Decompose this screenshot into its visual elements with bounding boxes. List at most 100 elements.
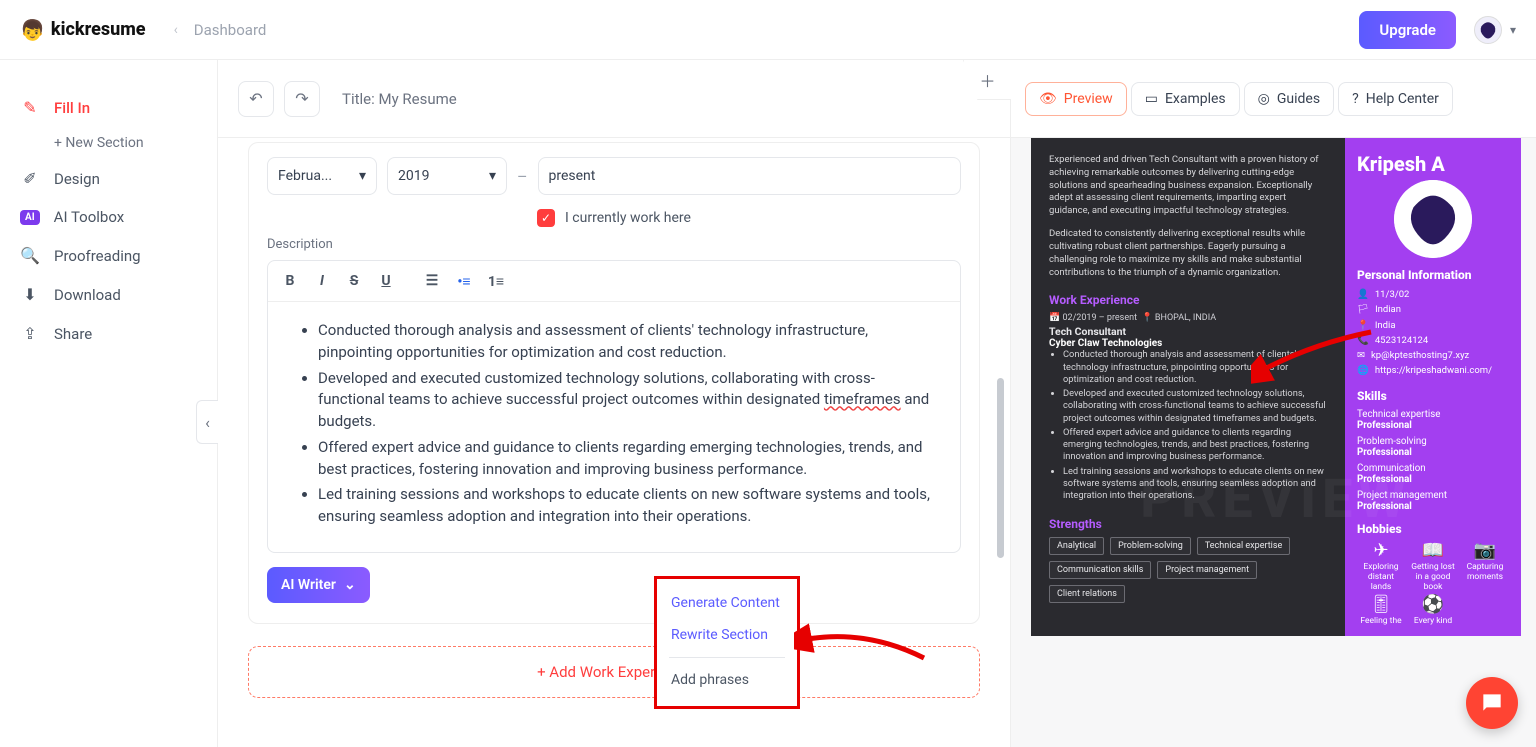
menu-generate-content[interactable]: Generate Content bbox=[657, 587, 797, 619]
doc-title[interactable]: Title: My Resume bbox=[342, 90, 457, 108]
brand-icon: 👦 bbox=[20, 18, 45, 42]
description-bullet: Led training sessions and workshops to e… bbox=[318, 484, 932, 528]
nav-fill-in[interactable]: ✎ Fill In bbox=[4, 88, 213, 127]
nav-proofreading[interactable]: 🔍 Proofreading bbox=[4, 236, 213, 275]
resume-hobbies: ✈Exploring distant lands📖Getting lost in… bbox=[1357, 542, 1509, 626]
chevron-down-icon: ▾ bbox=[359, 168, 366, 184]
menu-rewrite-section[interactable]: Rewrite Section bbox=[657, 619, 797, 651]
bulleted-list-button[interactable]: •≡ bbox=[450, 267, 478, 295]
numbered-list-button[interactable]: 1≡ bbox=[482, 267, 510, 295]
chevron-down-icon: ⌄ bbox=[344, 577, 356, 593]
ai-writer-button[interactable]: AI Writer⌄ bbox=[267, 567, 370, 603]
nav-label: AI Toolbox bbox=[54, 208, 125, 226]
nav-download[interactable]: ⬇ Download bbox=[4, 275, 213, 314]
redo-button[interactable]: ↷ bbox=[284, 81, 320, 117]
checkbox-checked-icon[interactable]: ✓ bbox=[537, 209, 555, 227]
description-label: Description bbox=[267, 237, 961, 252]
nav-new-section[interactable]: + New Section bbox=[4, 127, 213, 159]
help-icon: ? bbox=[1352, 91, 1359, 107]
resume-hobby: 📷Capturing moments bbox=[1461, 542, 1509, 592]
bold-button[interactable]: B bbox=[276, 267, 304, 295]
chevron-left-icon[interactable]: ‹ bbox=[174, 22, 178, 38]
nav-design[interactable]: ✐ Design bbox=[4, 159, 213, 198]
tab-examples[interactable]: ▭Examples bbox=[1131, 82, 1240, 116]
resume-company: Cyber Claw Technologies bbox=[1049, 338, 1327, 349]
resume-skill: CommunicationProfessional bbox=[1357, 463, 1509, 485]
preview-header: 👁Preview ▭Examples ◎Guides ?Help Center bbox=[1011, 60, 1536, 138]
year-select[interactable]: 2019▾ bbox=[387, 157, 507, 195]
resume-work-heading: Work Experience bbox=[1049, 293, 1327, 307]
description-bullet: Conducted thorough analysis and assessme… bbox=[318, 320, 932, 364]
resume-strengths: AnalyticalProblem-solvingTechnical exper… bbox=[1049, 537, 1327, 603]
nav-label: Proofreading bbox=[54, 247, 141, 265]
rte-body[interactable]: Conducted thorough analysis and assessme… bbox=[268, 302, 960, 552]
resume-photo bbox=[1394, 180, 1472, 258]
strength-tag: Client relations bbox=[1049, 585, 1125, 603]
resume-bullets: Conducted thorough analysis and assessme… bbox=[1049, 349, 1327, 502]
resume-hobbies-heading: Hobbies bbox=[1357, 522, 1509, 536]
chevron-down-icon: ▾ bbox=[1510, 23, 1516, 37]
description-bullet: Developed and executed customized techno… bbox=[318, 368, 932, 433]
tab-guides[interactable]: ◎Guides bbox=[1244, 82, 1334, 116]
resume-hobby: 📖Getting lost in a good book bbox=[1409, 542, 1457, 592]
resume-role: Tech Consultant bbox=[1049, 325, 1327, 338]
chat-support-button[interactable] bbox=[1466, 677, 1518, 729]
resume-strengths-heading: Strengths bbox=[1049, 517, 1327, 531]
menu-add-phrases[interactable]: Add phrases bbox=[657, 664, 797, 696]
editor-scroll[interactable]: Februa...▾ 2019▾ – present ✓ I currently… bbox=[218, 138, 1010, 747]
resume-bullet: Conducted thorough analysis and assessme… bbox=[1063, 349, 1327, 386]
preview-area[interactable]: PREVIEW Experienced and driven Tech Cons… bbox=[1011, 138, 1536, 747]
resume-personal-info: 👤11/3/02 🏳Indian 📍India 📞4523124124 ✉kp@… bbox=[1357, 288, 1509, 379]
editor-column: ＋ ↶ ↷ Title: My Resume Februa...▾ 2019▾ … bbox=[218, 60, 1011, 747]
italic-button[interactable]: I bbox=[308, 267, 336, 295]
nav-label: Share bbox=[54, 325, 92, 343]
editor-header: ↶ ↷ Title: My Resume bbox=[218, 60, 1010, 138]
tab-preview[interactable]: 👁Preview bbox=[1025, 82, 1127, 116]
rte-toolbar: B I S U ☰ •≡ 1≡ bbox=[268, 261, 960, 302]
brand[interactable]: 👦 kickresume bbox=[20, 18, 146, 42]
month-select[interactable]: Februa...▾ bbox=[267, 157, 377, 195]
align-button[interactable]: ☰ bbox=[418, 267, 446, 295]
strength-tag: Analytical bbox=[1049, 537, 1104, 555]
upgrade-button[interactable]: Upgrade bbox=[1359, 11, 1456, 49]
breadcrumb: ‹ Dashboard bbox=[174, 21, 267, 39]
resume-skills: Technical expertiseProfessionalProblem-s… bbox=[1357, 409, 1509, 512]
strike-button[interactable]: S bbox=[340, 267, 368, 295]
nav-share[interactable]: ⇪ Share bbox=[4, 314, 213, 353]
ai-badge-icon: AI bbox=[20, 210, 40, 225]
nav-ai-toolbox[interactable]: AI AI Toolbox bbox=[4, 198, 213, 236]
resume-skill: Problem-solvingProfessional bbox=[1357, 436, 1509, 458]
underline-button[interactable]: U bbox=[372, 267, 400, 295]
resume-skills-heading: Skills bbox=[1357, 389, 1509, 403]
share-icon: ⇪ bbox=[20, 324, 40, 343]
left-nav: ✎ Fill In + New Section ✐ Design AI AI T… bbox=[0, 60, 218, 747]
rich-text-editor: B I S U ☰ •≡ 1≡ Conducted thorough analy… bbox=[267, 260, 961, 553]
resume-bullet: Developed and executed customized techno… bbox=[1063, 388, 1327, 425]
search-doc-icon: 🔍 bbox=[20, 246, 40, 265]
account-menu[interactable]: ▾ bbox=[1474, 16, 1516, 44]
book-icon: ▭ bbox=[1145, 91, 1158, 107]
resume-hobby: ✈Exploring distant lands bbox=[1357, 542, 1405, 592]
resume-skill: Project managementProfessional bbox=[1357, 490, 1509, 512]
resume-name: Kripesh A bbox=[1357, 152, 1509, 176]
scrollbar[interactable] bbox=[997, 198, 1004, 747]
currently-work-row[interactable]: ✓ I currently work here bbox=[267, 209, 961, 227]
dash: – bbox=[517, 167, 528, 186]
resume-work-meta: 📅 02/2019 – present 📍 BHOPAL, INDIA bbox=[1049, 313, 1327, 323]
strength-tag: Communication skills bbox=[1049, 561, 1151, 579]
breadcrumb-label[interactable]: Dashboard bbox=[194, 21, 267, 39]
pencil-icon: ✐ bbox=[20, 169, 40, 188]
chevron-down-icon: ▾ bbox=[489, 168, 496, 184]
resume-preview: PREVIEW Experienced and driven Tech Cons… bbox=[1031, 138, 1521, 636]
tab-help-center[interactable]: ?Help Center bbox=[1338, 82, 1453, 116]
download-icon: ⬇ bbox=[20, 285, 40, 304]
nav-label: Download bbox=[54, 286, 121, 304]
strength-tag: Project management bbox=[1157, 561, 1257, 579]
resume-hobby: ⚽Every kind bbox=[1409, 596, 1457, 626]
end-date-field[interactable]: present bbox=[538, 157, 962, 195]
undo-button[interactable]: ↶ bbox=[238, 81, 274, 117]
target-icon: ◎ bbox=[1258, 91, 1270, 107]
resume-bullet: Offered expert advice and guidance to cl… bbox=[1063, 427, 1327, 464]
collapse-sidebar-button[interactable]: ‹ bbox=[196, 400, 218, 444]
add-work-experience-button[interactable]: + Add Work Experience bbox=[248, 646, 980, 698]
